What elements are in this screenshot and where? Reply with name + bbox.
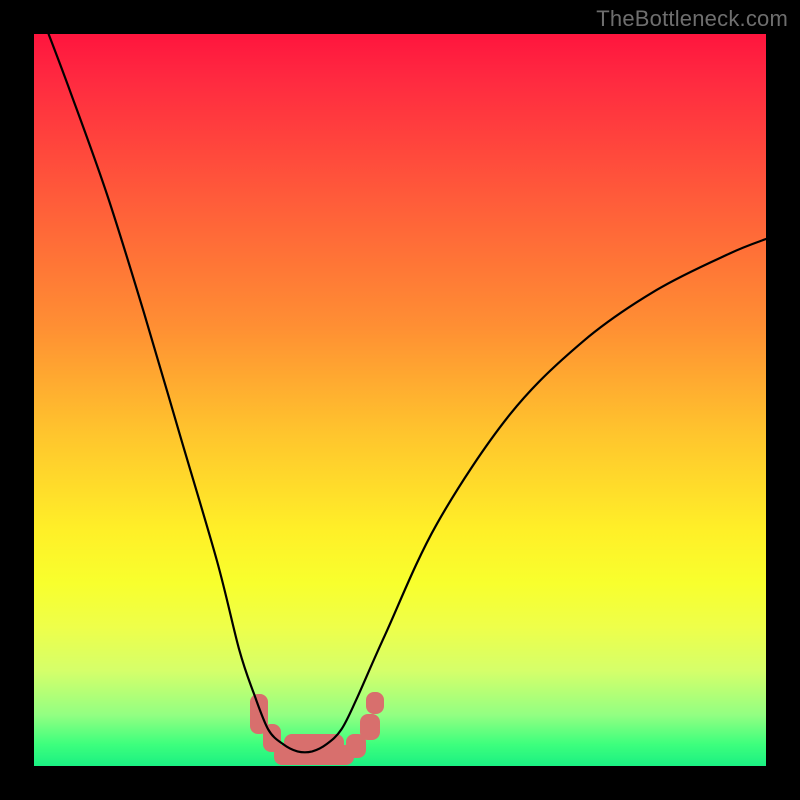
watermark-text: TheBottleneck.com xyxy=(596,6,788,32)
plot-area xyxy=(34,34,766,766)
bottleneck-curve xyxy=(34,34,766,766)
chart-container: TheBottleneck.com xyxy=(0,0,800,800)
